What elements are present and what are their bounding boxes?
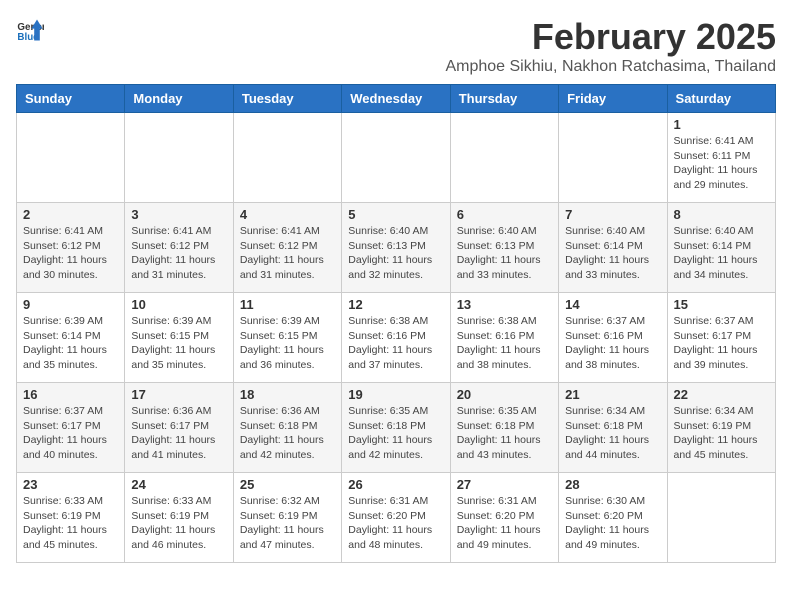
day-24: 24 Sunrise: 6:33 AM Sunset: 6:19 PM Dayl… <box>125 473 233 563</box>
empty-cell <box>342 113 450 203</box>
empty-cell <box>125 113 233 203</box>
week-row-2: 2 Sunrise: 6:41 AM Sunset: 6:12 PM Dayli… <box>17 203 776 293</box>
day-15: 15 Sunrise: 6:37 AM Sunset: 6:17 PM Dayl… <box>667 293 775 383</box>
day-21: 21 Sunrise: 6:34 AM Sunset: 6:18 PM Dayl… <box>559 383 667 473</box>
day-25: 25 Sunrise: 6:32 AM Sunset: 6:19 PM Dayl… <box>233 473 341 563</box>
calendar-title: February 2025 <box>445 16 776 58</box>
day-17: 17 Sunrise: 6:36 AM Sunset: 6:17 PM Dayl… <box>125 383 233 473</box>
day-8: 8 Sunrise: 6:40 AM Sunset: 6:14 PM Dayli… <box>667 203 775 293</box>
header-friday: Friday <box>559 85 667 113</box>
calendar-table: Sunday Monday Tuesday Wednesday Thursday… <box>16 84 776 563</box>
week-row-3: 9 Sunrise: 6:39 AM Sunset: 6:14 PM Dayli… <box>17 293 776 383</box>
week-row-1: 1 Sunrise: 6:41 AM Sunset: 6:11 PM Dayli… <box>17 113 776 203</box>
header-wednesday: Wednesday <box>342 85 450 113</box>
day-20: 20 Sunrise: 6:35 AM Sunset: 6:18 PM Dayl… <box>450 383 558 473</box>
header-saturday: Saturday <box>667 85 775 113</box>
day-9: 9 Sunrise: 6:39 AM Sunset: 6:14 PM Dayli… <box>17 293 125 383</box>
day-26: 26 Sunrise: 6:31 AM Sunset: 6:20 PM Dayl… <box>342 473 450 563</box>
day-3: 3 Sunrise: 6:41 AM Sunset: 6:12 PM Dayli… <box>125 203 233 293</box>
empty-cell <box>233 113 341 203</box>
day-22: 22 Sunrise: 6:34 AM Sunset: 6:19 PM Dayl… <box>667 383 775 473</box>
day-2: 2 Sunrise: 6:41 AM Sunset: 6:12 PM Dayli… <box>17 203 125 293</box>
day-13: 13 Sunrise: 6:38 AM Sunset: 6:16 PM Dayl… <box>450 293 558 383</box>
week-row-5: 23 Sunrise: 6:33 AM Sunset: 6:19 PM Dayl… <box>17 473 776 563</box>
calendar-subtitle: Amphoe Sikhiu, Nakhon Ratchasima, Thaila… <box>445 58 776 76</box>
day-27: 27 Sunrise: 6:31 AM Sunset: 6:20 PM Dayl… <box>450 473 558 563</box>
day-14: 14 Sunrise: 6:37 AM Sunset: 6:16 PM Dayl… <box>559 293 667 383</box>
day-18: 18 Sunrise: 6:36 AM Sunset: 6:18 PM Dayl… <box>233 383 341 473</box>
title-area: February 2025 Amphoe Sikhiu, Nakhon Ratc… <box>445 16 776 76</box>
day-28: 28 Sunrise: 6:30 AM Sunset: 6:20 PM Dayl… <box>559 473 667 563</box>
header-monday: Monday <box>125 85 233 113</box>
empty-cell <box>667 473 775 563</box>
day-10: 10 Sunrise: 6:39 AM Sunset: 6:15 PM Dayl… <box>125 293 233 383</box>
logo-icon: General Blue <box>16 16 44 44</box>
empty-cell <box>559 113 667 203</box>
day-16: 16 Sunrise: 6:37 AM Sunset: 6:17 PM Dayl… <box>17 383 125 473</box>
day-1: 1 Sunrise: 6:41 AM Sunset: 6:11 PM Dayli… <box>667 113 775 203</box>
empty-cell <box>450 113 558 203</box>
weekday-header-row: Sunday Monday Tuesday Wednesday Thursday… <box>17 85 776 113</box>
day-23: 23 Sunrise: 6:33 AM Sunset: 6:19 PM Dayl… <box>17 473 125 563</box>
day-5: 5 Sunrise: 6:40 AM Sunset: 6:13 PM Dayli… <box>342 203 450 293</box>
header-sunday: Sunday <box>17 85 125 113</box>
empty-cell <box>17 113 125 203</box>
day-19: 19 Sunrise: 6:35 AM Sunset: 6:18 PM Dayl… <box>342 383 450 473</box>
week-row-4: 16 Sunrise: 6:37 AM Sunset: 6:17 PM Dayl… <box>17 383 776 473</box>
day-7: 7 Sunrise: 6:40 AM Sunset: 6:14 PM Dayli… <box>559 203 667 293</box>
day-11: 11 Sunrise: 6:39 AM Sunset: 6:15 PM Dayl… <box>233 293 341 383</box>
day-6: 6 Sunrise: 6:40 AM Sunset: 6:13 PM Dayli… <box>450 203 558 293</box>
day-12: 12 Sunrise: 6:38 AM Sunset: 6:16 PM Dayl… <box>342 293 450 383</box>
day-4: 4 Sunrise: 6:41 AM Sunset: 6:12 PM Dayli… <box>233 203 341 293</box>
page-header: General Blue February 2025 Amphoe Sikhiu… <box>16 16 776 76</box>
header-tuesday: Tuesday <box>233 85 341 113</box>
logo: General Blue <box>16 16 44 44</box>
header-thursday: Thursday <box>450 85 558 113</box>
